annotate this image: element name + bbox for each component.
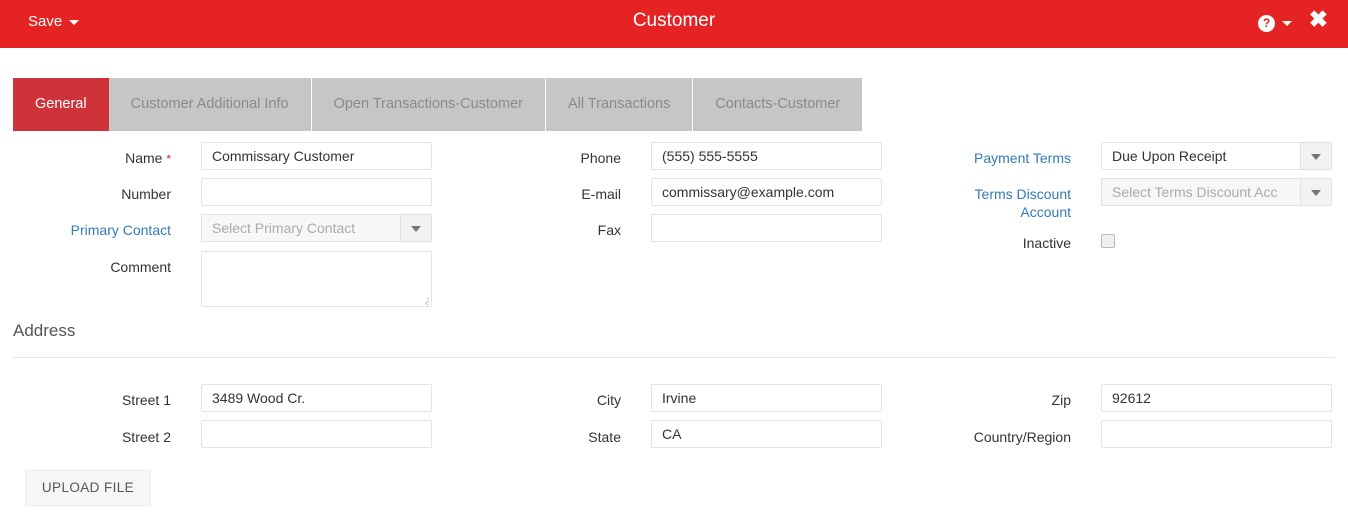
primary-contact-select[interactable]: Select Primary Contact: [201, 214, 432, 242]
primary-contact-label[interactable]: Primary Contact: [40, 221, 171, 239]
help-icon: ?: [1258, 14, 1275, 32]
state-input[interactable]: CA: [651, 420, 882, 448]
terms-discount-account-select[interactable]: Select Terms Discount Acc: [1101, 178, 1332, 206]
help-menu-button[interactable]: ?: [1258, 14, 1292, 32]
fax-label: Fax: [597, 222, 621, 238]
street2-input[interactable]: [201, 420, 432, 448]
number-label: Number: [121, 186, 171, 202]
name-input[interactable]: Commissary Customer: [201, 142, 432, 170]
zip-label: Zip: [1051, 392, 1071, 408]
street1-label: Street 1: [121, 392, 171, 408]
inactive-checkbox[interactable]: [1101, 234, 1115, 248]
primary-contact-select-value: Select Primary Contact: [202, 215, 400, 241]
tab-bar: General Customer Additional Info Open Tr…: [13, 78, 864, 131]
address-section-title: Address: [13, 321, 76, 340]
section-divider: [13, 357, 1335, 358]
city-label: City: [596, 392, 621, 408]
chevron-down-icon[interactable]: [1300, 179, 1331, 205]
number-input[interactable]: [201, 178, 432, 206]
state-label: State: [588, 429, 621, 445]
name-label: Name *: [125, 150, 171, 166]
chevron-down-icon[interactable]: [1300, 143, 1331, 169]
terms-discount-account-label[interactable]: Terms Discount Account: [940, 185, 1071, 221]
email-label: E-mail: [581, 186, 621, 202]
tab-open-transactions-customer[interactable]: Open Transactions-Customer: [311, 78, 546, 131]
phone-input[interactable]: (555) 555-5555: [651, 142, 882, 170]
country-region-label: Country/Region: [973, 429, 1071, 445]
phone-label: Phone: [580, 150, 621, 166]
tab-contacts-customer[interactable]: Contacts-Customer: [693, 78, 864, 131]
close-icon[interactable]: ✖: [1309, 8, 1328, 31]
country-region-input[interactable]: [1101, 420, 1332, 448]
payment-terms-select-value: Due Upon Receipt: [1112, 148, 1227, 164]
window-titlebar: Save Customer ? ✖: [0, 0, 1348, 48]
comment-textarea[interactable]: [201, 251, 432, 307]
payment-terms-label[interactable]: Payment Terms: [940, 149, 1071, 167]
street2-label: Street 2: [121, 429, 171, 445]
comment-label: Comment: [110, 259, 171, 275]
street1-input[interactable]: 3489 Wood Cr.: [201, 384, 432, 412]
fax-input[interactable]: [651, 214, 882, 242]
page-title: Customer: [632, 10, 716, 31]
zip-input[interactable]: 92612: [1101, 384, 1332, 412]
inactive-label: Inactive: [1022, 235, 1071, 251]
tab-general[interactable]: General: [13, 78, 109, 131]
required-indicator: *: [166, 152, 171, 166]
upload-file-button[interactable]: UPLOAD FILE: [25, 470, 151, 506]
terms-discount-account-select-value: Select Terms Discount Acc: [1102, 179, 1300, 205]
resize-handle-icon[interactable]: [420, 296, 429, 305]
chevron-down-icon[interactable]: [400, 215, 431, 241]
email-input[interactable]: commissary@example.com: [651, 178, 882, 206]
payment-terms-select[interactable]: Due Upon Receipt: [1101, 142, 1332, 170]
tab-customer-additional-info[interactable]: Customer Additional Info: [108, 78, 312, 131]
tab-all-transactions[interactable]: All Transactions: [545, 78, 694, 131]
chevron-down-icon: [1282, 20, 1292, 26]
city-input[interactable]: Irvine: [651, 384, 882, 412]
